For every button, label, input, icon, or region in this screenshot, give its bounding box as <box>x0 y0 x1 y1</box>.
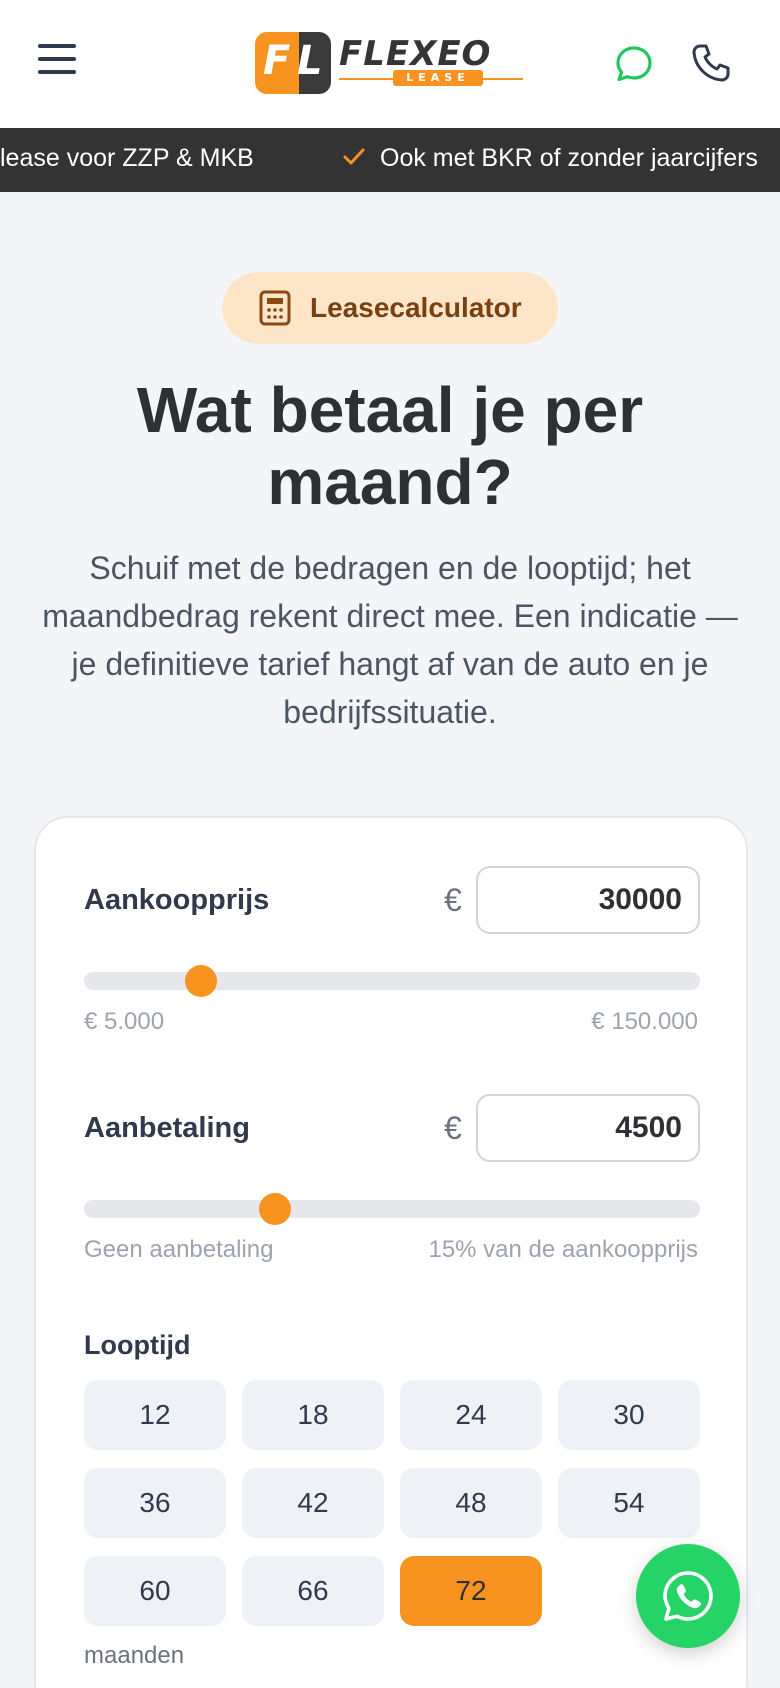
currency-symbol: € <box>444 1110 462 1146</box>
purchase-price-slider[interactable] <box>84 965 700 997</box>
term-option-48[interactable]: 48 <box>400 1468 542 1538</box>
ticker-item: lease voor ZZP & MKB <box>0 144 254 172</box>
slider-max-label: € 150.000 <box>591 1008 698 1035</box>
chat-icon[interactable] <box>614 44 654 84</box>
phone-icon[interactable] <box>690 42 732 84</box>
logo[interactable]: F L FLEXEO LEASE <box>255 30 525 96</box>
down-payment-slider[interactable] <box>84 1193 700 1225</box>
section-badge: Leasecalculator <box>222 272 558 344</box>
purchase-price-label: Aankoopprijs <box>84 884 270 916</box>
slider-thumb[interactable] <box>185 965 218 997</box>
term-option-18[interactable]: 18 <box>242 1380 384 1450</box>
whatsapp-icon <box>663 1571 713 1621</box>
site-header: F L FLEXEO LEASE <box>0 0 780 128</box>
term-option-30[interactable]: 30 <box>558 1380 700 1450</box>
term-option-42[interactable]: 42 <box>242 1468 384 1538</box>
logo-wordmark: FLEXEO <box>339 34 492 74</box>
slider-max-label: 15% van de aankoopprijs <box>428 1236 698 1263</box>
term-label: Looptijd <box>84 1330 191 1360</box>
calculator-icon <box>258 290 292 326</box>
usp-ticker: lease voor ZZP & MKB Ook met BKR of zond… <box>0 128 780 192</box>
term-option-66[interactable]: 66 <box>242 1556 384 1626</box>
term-option-72[interactable]: 72 <box>400 1556 542 1626</box>
ticker-item: Ook met BKR of zonder jaarcijfers <box>380 144 758 172</box>
slider-min-label: € 5.000 <box>84 1008 165 1035</box>
slider-min-label: Geen aanbetaling <box>84 1236 274 1263</box>
down-payment-input[interactable]: 4500 <box>476 1094 700 1162</box>
badge-label: Leasecalculator <box>310 292 522 323</box>
whatsapp-button[interactable] <box>636 1544 740 1648</box>
term-option-36[interactable]: 36 <box>84 1468 226 1538</box>
logo-subtitle: LEASE <box>393 70 483 86</box>
term-option-24[interactable]: 24 <box>400 1380 542 1450</box>
logo-mark: F L <box>255 32 331 94</box>
down-payment-label: Aanbetaling <box>84 1112 250 1144</box>
purchase-price-input[interactable]: 30000 <box>476 866 700 934</box>
page-title: Wat betaal je per maand? <box>136 374 644 518</box>
slider-thumb[interactable] <box>258 1193 291 1225</box>
check-icon <box>340 142 368 170</box>
term-unit: maanden <box>84 1642 185 1669</box>
menu-icon[interactable] <box>38 44 76 80</box>
page-description: Schuif met de bedragen en de looptijd; h… <box>42 550 738 730</box>
term-option-12[interactable]: 12 <box>84 1380 226 1450</box>
term-option-60[interactable]: 60 <box>84 1556 226 1626</box>
lease-calculator-card: Aankoopprijs € 30000 € 5.000 € 150.000 A… <box>34 816 748 1688</box>
term-option-54[interactable]: 54 <box>558 1468 700 1538</box>
currency-symbol: € <box>444 882 462 918</box>
